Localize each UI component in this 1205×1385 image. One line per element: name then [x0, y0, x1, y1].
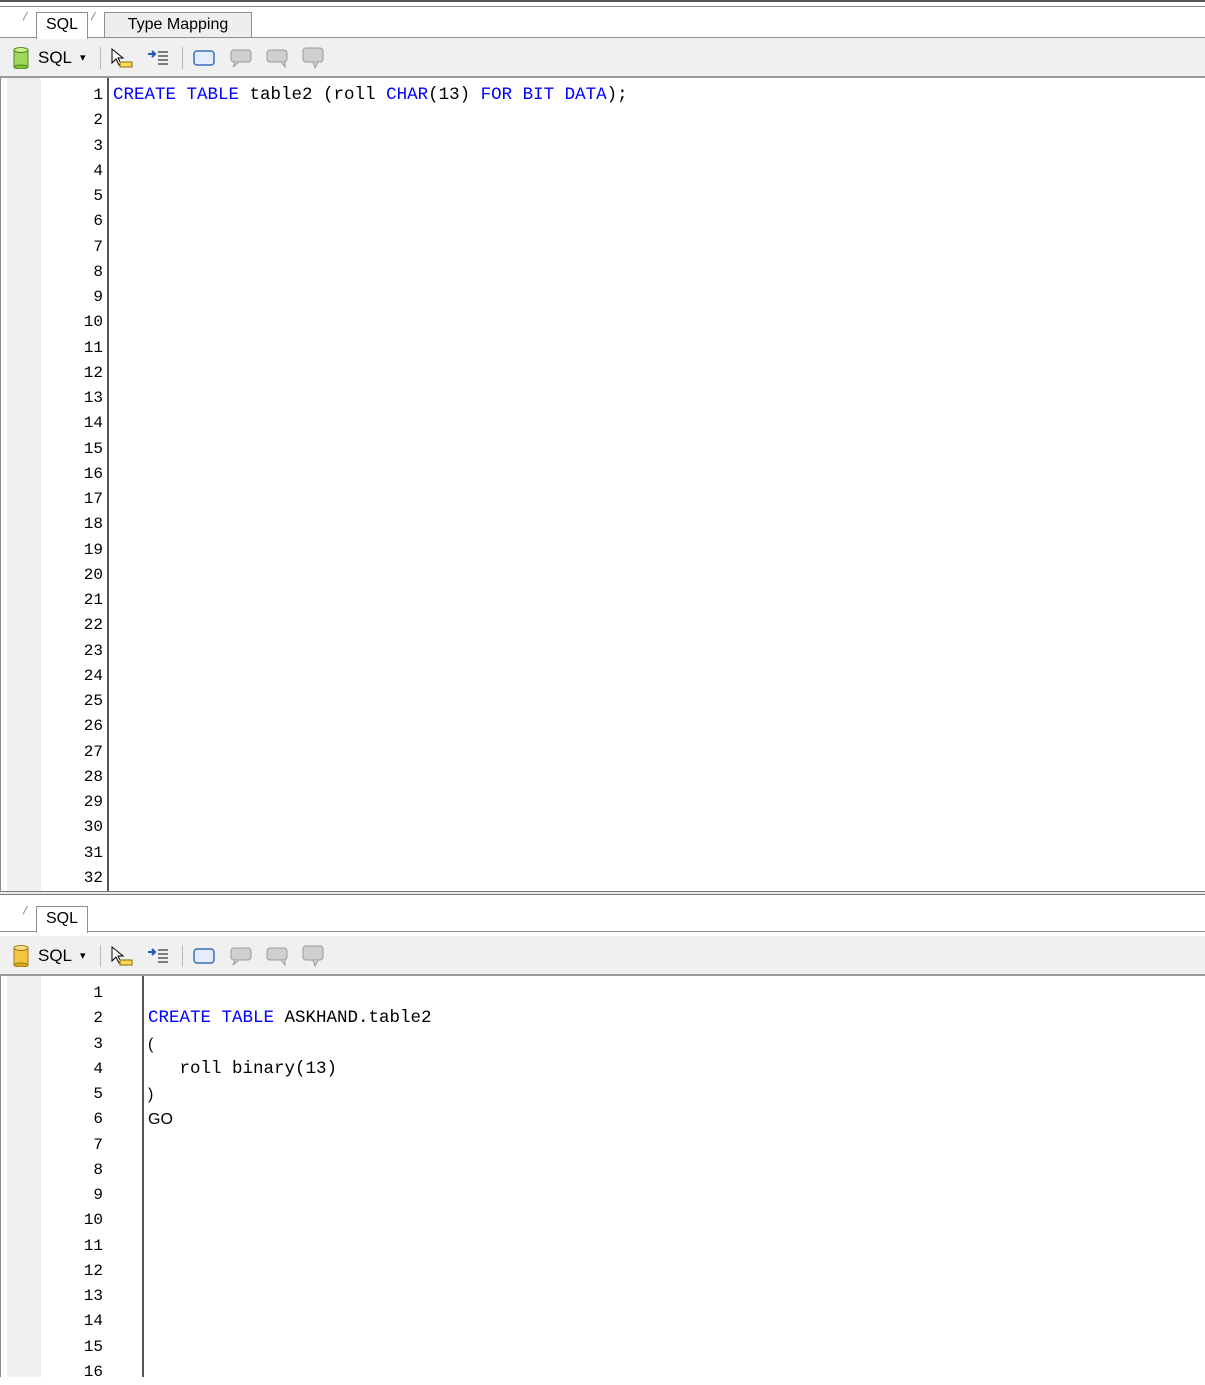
line-number: 10 [83, 313, 103, 332]
line-number: 16 [83, 464, 103, 483]
line-number: 21 [83, 591, 103, 609]
line-number: 13 [83, 389, 103, 407]
line-number: 12 [83, 1261, 103, 1280]
top-pane: SQL Type Mapping SQL ▾ 1 2 3 4 5 6 7 8 9… [0, 0, 1205, 893]
dropdown-caret-icon[interactable]: ▾ [80, 48, 86, 68]
line-number: 6 [93, 1110, 103, 1129]
line-number: 19 [83, 540, 103, 559]
top-toolbar: SQL ▾ [0, 38, 1205, 78]
line-number: 32 [83, 868, 103, 887]
line-number: 20 [83, 565, 103, 584]
line-number: 9 [93, 1186, 103, 1204]
line-number: 8 [93, 262, 103, 281]
top-sql-editor[interactable]: 1 2 3 4 5 6 7 8 9 10 11 12 13 14 15 16 17 18 19 20 21 22 23 24 2… [0, 78, 1205, 891]
bottom-tab-strip: SQL [0, 902, 1205, 933]
speech-bubble-icon[interactable] [300, 944, 328, 968]
line-number: 1 [93, 984, 103, 1002]
line-number: 5 [93, 187, 103, 205]
line-number: 14 [83, 1312, 103, 1331]
line-number: 2 [93, 1009, 103, 1028]
uncomment-icon[interactable] [264, 944, 292, 968]
line-number: 3 [93, 1034, 103, 1053]
code-line-4: roll binary(13) [148, 1058, 338, 1079]
line-number: 22 [83, 616, 103, 635]
line-number: 18 [83, 515, 103, 534]
line-number: 26 [83, 717, 103, 736]
line-number: 8 [93, 1160, 103, 1179]
line-number: 11 [83, 338, 103, 357]
pointer-select-icon[interactable] [108, 46, 134, 70]
toolbar-separator [100, 47, 101, 69]
code-text: CREATE TABLE table2 (roll CHAR(13) FOR B… [113, 83, 628, 108]
bottom-pane: SQL SQL ▾ 123456 7 8 9 10 11 12 13 14 15… [0, 897, 1205, 1381]
line-number: 25 [83, 692, 103, 710]
sql-menu-button[interactable]: SQL [38, 46, 72, 70]
speech-bubble-icon[interactable] [300, 46, 328, 70]
tab-label: SQL [45, 16, 78, 33]
line-number: 27 [83, 742, 103, 761]
line-number: 15 [83, 439, 103, 458]
line-number: 30 [83, 818, 103, 837]
top-tab-strip: SQL Type Mapping [0, 8, 1205, 39]
code-line-1: CREATE TABLE table2 (roll CHAR(13) FOR B… [113, 85, 628, 105]
indent-icon[interactable] [145, 944, 171, 968]
sql-menu-button[interactable]: SQL [38, 944, 72, 968]
line-number: 7 [93, 1135, 103, 1154]
comment-icon[interactable] [228, 944, 256, 968]
code-line-6: GO [148, 1111, 173, 1129]
database-icon [13, 945, 29, 967]
line-number: 3 [93, 136, 103, 155]
line-number: 31 [83, 843, 103, 862]
line-number: 24 [83, 666, 103, 685]
tab-sql[interactable]: SQL [36, 906, 88, 933]
code-line-2: CREATE TABLE ASKHAND.table2 [148, 1008, 432, 1029]
line-number: 4 [93, 1059, 103, 1078]
tab-type-mapping[interactable]: Type Mapping [104, 12, 252, 38]
code-text: CREATE TABLE ASKHAND.table2 ( roll binar… [148, 981, 432, 1133]
tab-label: Type Mapping [127, 16, 229, 33]
tab-label: SQL [45, 910, 78, 927]
line-number: 16 [83, 1362, 103, 1381]
code-area[interactable]: CREATE TABLE ASKHAND.table2 ( roll binar… [142, 976, 1205, 1377]
comment-icon[interactable] [228, 46, 256, 70]
line-number-gutter: 1 2 3 4 5 6 7 8 9 10 11 12 13 14 15 16 [41, 981, 105, 1385]
code-area[interactable]: CREATE TABLE table2 (roll CHAR(13) FOR B… [107, 78, 1205, 891]
line-number: 2 [93, 111, 103, 130]
line-number: 4 [93, 161, 103, 180]
line-number: 5 [93, 1085, 103, 1103]
tab-sql[interactable]: SQL [36, 12, 88, 39]
line-number: 10 [83, 1211, 103, 1230]
toolbar-separator [182, 945, 183, 967]
line-number: 14 [83, 414, 103, 433]
line-number: 17 [83, 490, 103, 508]
line-number: 23 [83, 641, 103, 660]
line-number: 7 [93, 237, 103, 256]
line-number: 29 [83, 793, 103, 811]
toolbar-separator [100, 945, 101, 967]
database-icon [13, 47, 29, 69]
line-number: 12 [83, 363, 103, 382]
bottom-sql-editor[interactable]: 1 2 3 4 5 6 7 8 9 10 11 12 13 14 15 16 CREATE TABLE ASK… [0, 976, 1205, 1381]
uncomment-icon[interactable] [264, 46, 292, 70]
code-line-5: ) [148, 1086, 154, 1103]
line-number: 11 [83, 1236, 103, 1255]
code-line-3: ( [148, 1035, 154, 1053]
pointer-select-icon[interactable] [108, 944, 134, 968]
line-number: 1 [93, 86, 103, 104]
line-number: 6 [93, 212, 103, 231]
line-number: 13 [83, 1287, 103, 1305]
dropdown-caret-icon[interactable]: ▾ [80, 946, 86, 966]
pane-splitter[interactable] [0, 891, 1205, 895]
indent-icon[interactable] [145, 46, 171, 70]
line-number: 9 [93, 288, 103, 306]
rectangle-icon[interactable] [191, 46, 217, 70]
line-number: 28 [83, 767, 103, 786]
bottom-toolbar: SQL ▾ [0, 936, 1205, 976]
rectangle-icon[interactable] [191, 944, 217, 968]
line-number: 15 [83, 1337, 103, 1356]
toolbar-separator [182, 47, 183, 69]
line-number-gutter: 1 2 3 4 5 6 7 8 9 10 11 12 13 14 15 16 17 18 19 20 21 22 23 24 2… [41, 83, 105, 891]
